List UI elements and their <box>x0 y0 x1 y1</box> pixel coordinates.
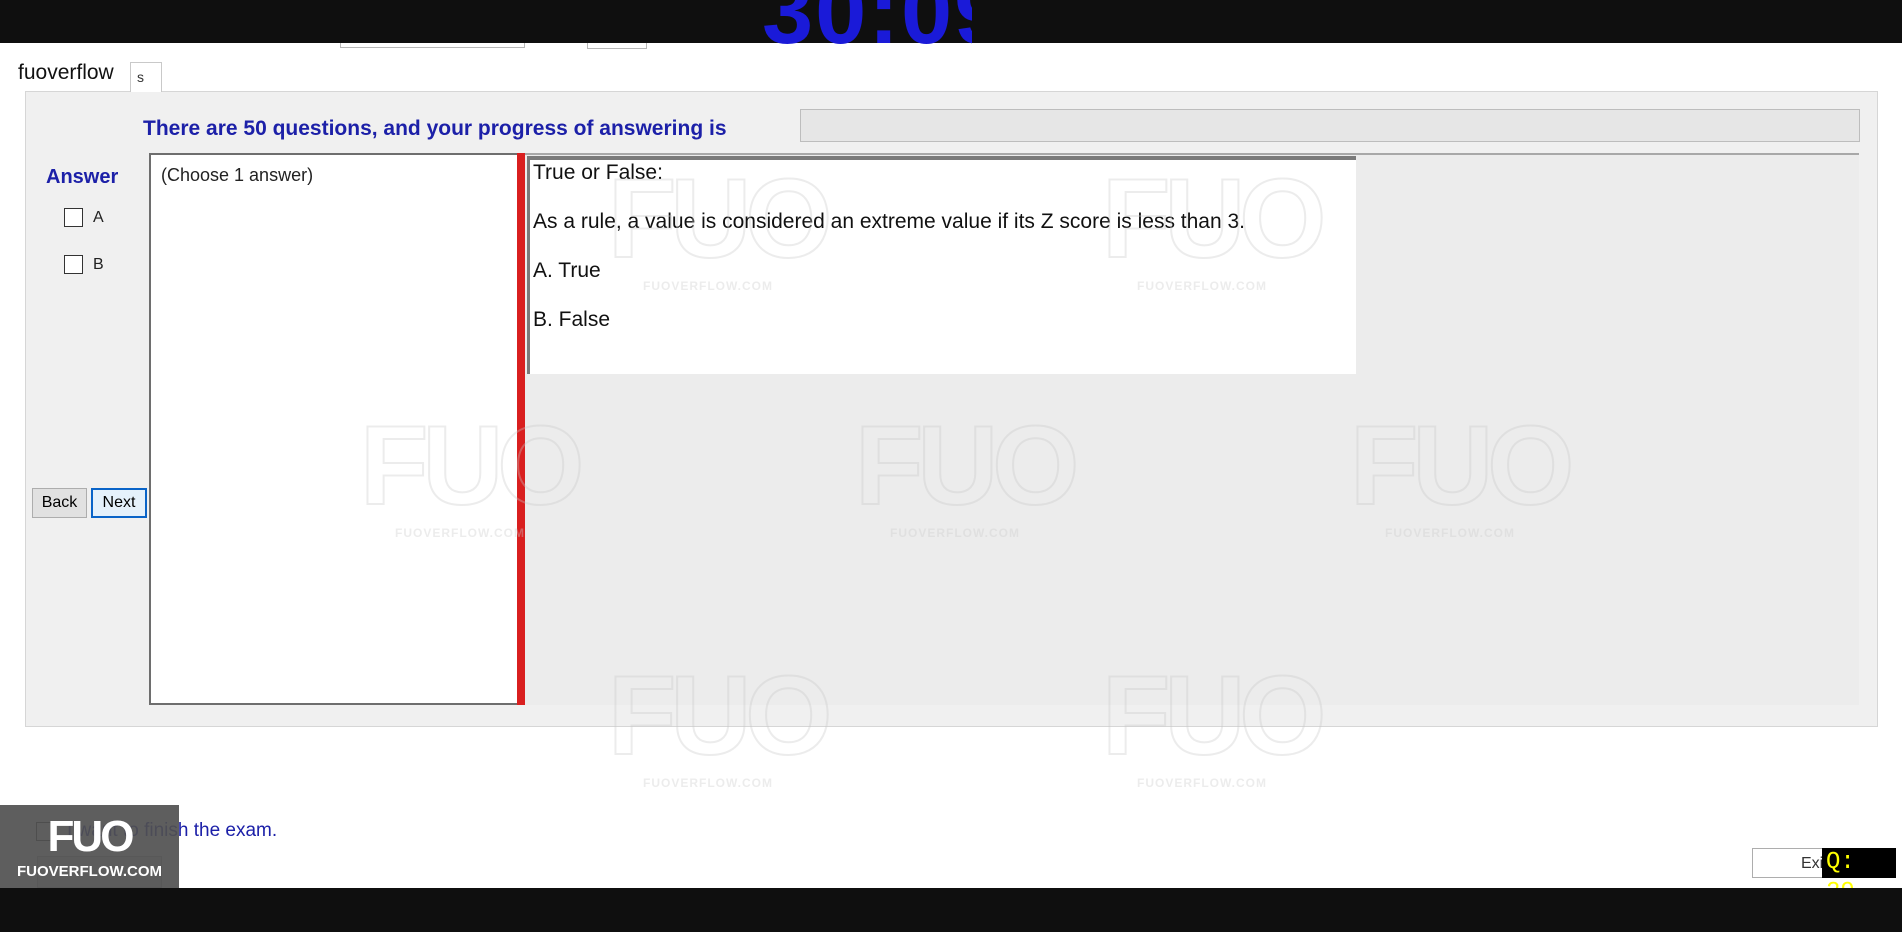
panel-splitter[interactable] <box>517 153 525 705</box>
small-field <box>587 43 647 49</box>
question-text: As a rule, a value is considered an extr… <box>533 210 1246 233</box>
site-label: fuoverflow <box>18 61 114 84</box>
answer-option-a[interactable]: A <box>64 208 104 227</box>
watermark-site: FUOVERFLOW.COM <box>1137 776 1267 790</box>
logo-site: FUOVERFLOW.COM <box>17 863 162 880</box>
question-type: True or False: <box>533 161 663 184</box>
exam-code-field <box>340 43 525 48</box>
question-counter: Q: 29 <box>1822 848 1896 906</box>
answer-list-box[interactable]: (Choose 1 answer) <box>149 153 517 705</box>
countdown-timer: 30:09 <box>762 0 972 64</box>
fuoverflow-logo: FUO FUOVERFLOW.COM <box>0 805 179 888</box>
back-button[interactable]: Back <box>32 488 87 518</box>
answer-option-b[interactable]: B <box>64 255 104 274</box>
question-box <box>527 156 1356 374</box>
question-option-b: B. False <box>533 308 611 331</box>
next-button[interactable]: Next <box>91 488 147 518</box>
progress-bar <box>800 109 1860 142</box>
answer-hint: (Choose 1 answer) <box>161 165 314 185</box>
checkbox-b[interactable] <box>64 255 83 274</box>
timer-text: 30:09 <box>762 0 972 63</box>
answer-option-label: B <box>93 255 104 273</box>
tab-header[interactable]: s <box>130 62 162 92</box>
progress-text: There are 50 questions, and your progres… <box>143 117 727 140</box>
answer-title: Answer <box>46 166 119 188</box>
checkbox-a[interactable] <box>64 208 83 227</box>
watermark-site: FUOVERFLOW.COM <box>643 776 773 790</box>
logo-mark: FUO <box>47 812 135 861</box>
bottom-black-bar <box>0 888 1902 932</box>
question-option-a: A. True <box>533 259 601 282</box>
answer-option-label: A <box>93 208 104 226</box>
